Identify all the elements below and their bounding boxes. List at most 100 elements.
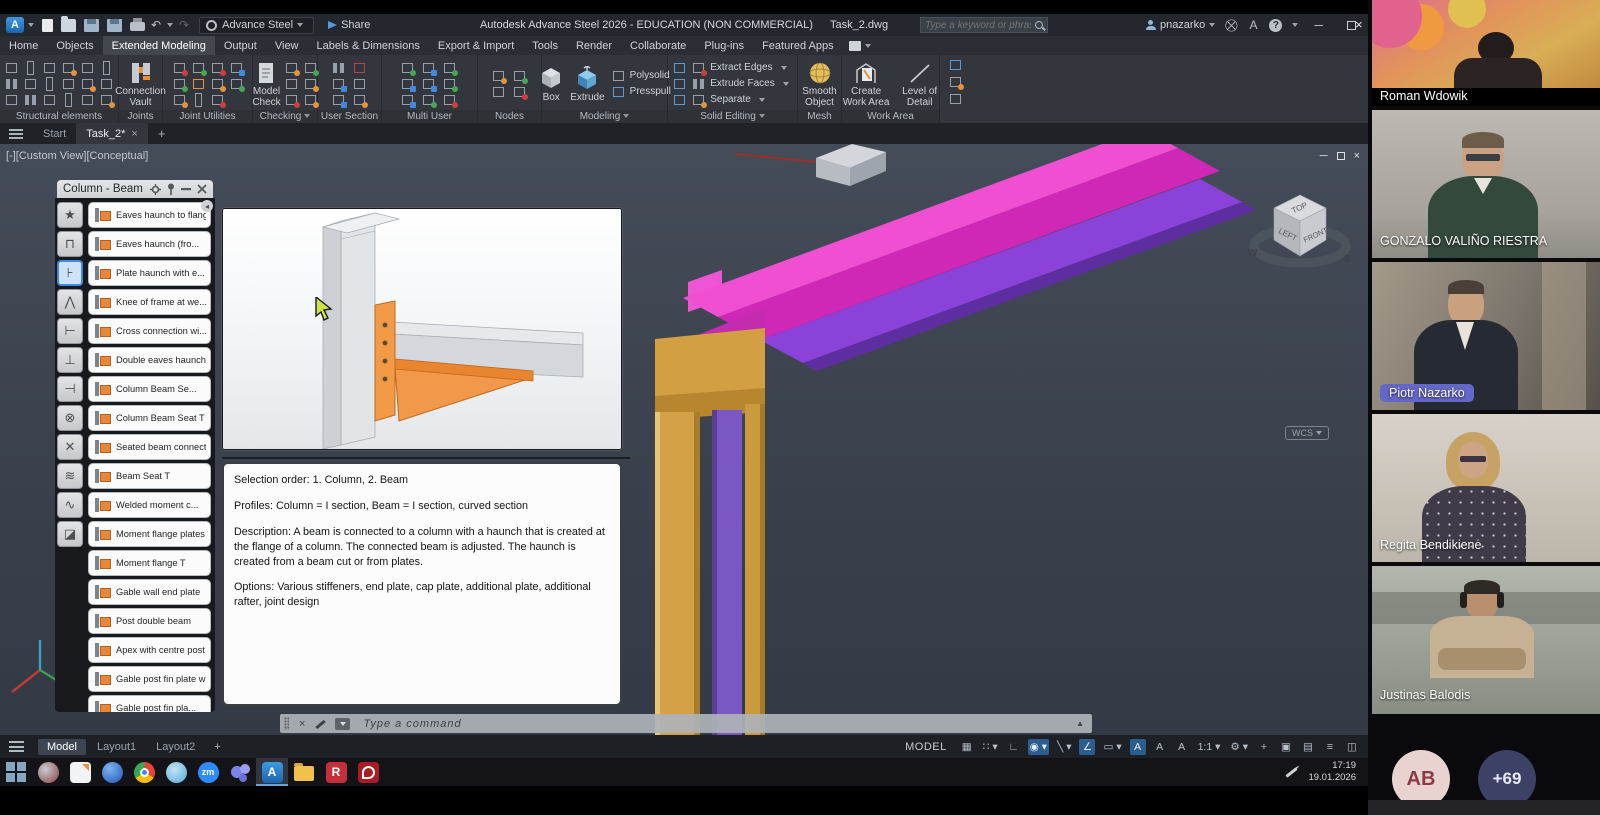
more-participants-count[interactable]: +69 — [1478, 750, 1536, 800]
ribbon-tool-icon[interactable] — [42, 61, 57, 75]
status-toggle-icon[interactable]: ◫ — [1344, 739, 1360, 755]
ribbon-tool-icon[interactable] — [421, 77, 436, 91]
taskbar-app-teams[interactable] — [224, 758, 256, 786]
status-toggle-icon[interactable]: ╲ ▾ — [1055, 739, 1074, 755]
taskbar-app-acrobat[interactable] — [352, 758, 384, 786]
search-icon[interactable] — [1035, 21, 1043, 29]
viewport-close-icon[interactable]: × — [1354, 150, 1360, 162]
status-toggle-icon[interactable]: ≡ — [1322, 739, 1338, 755]
status-toggle-icon[interactable]: A — [1174, 739, 1190, 755]
command-expand-icon[interactable]: ▲ — [1076, 719, 1084, 728]
palette-category-icon[interactable]: ⊢ — [57, 318, 83, 344]
ribbon-tool-icon[interactable] — [421, 61, 436, 75]
ribbon-tab[interactable]: Extended Modeling — [103, 36, 215, 55]
viewport-controls-label[interactable]: [-][Custom View][Conceptual] — [6, 150, 148, 162]
ribbon-tool-icon[interactable] — [352, 77, 367, 91]
ribbon-tool-icon[interactable] — [80, 77, 95, 91]
ribbon-tool-icon[interactable] — [172, 61, 187, 75]
ribbon-tool-icon[interactable] — [284, 61, 299, 75]
ribbon-tool-icon[interactable] — [442, 77, 457, 91]
smooth-object-button[interactable]: Smooth Object — [798, 60, 841, 108]
joint-type-item[interactable]: Knee of frame at we... — [88, 289, 211, 315]
joint-type-item[interactable]: Column Beam Seat T — [88, 405, 211, 431]
status-toggle-icon[interactable]: A — [1130, 739, 1146, 755]
ribbon-tool-icon[interactable] — [948, 75, 963, 89]
command-line-grip[interactable] — [284, 717, 289, 730]
clock[interactable]: 17:19 19.01.2026 — [1308, 760, 1356, 784]
ribbon-tool-icon[interactable] — [442, 93, 457, 107]
ribbon-tool-icon[interactable] — [210, 77, 225, 91]
ribbon-tool-icon[interactable] — [303, 61, 318, 75]
ribbon-tool-icon[interactable] — [284, 77, 299, 91]
ribbon-tool-icon[interactable] — [352, 93, 367, 107]
ribbon-tool-icon[interactable] — [400, 61, 415, 75]
palette-settings-icon[interactable] — [150, 184, 161, 195]
ribbon-tool-icon[interactable] — [210, 61, 225, 75]
status-toggle-icon[interactable]: + — [1256, 739, 1272, 755]
command-customize-icon[interactable] — [315, 718, 327, 730]
viewport-minimize-icon[interactable]: ─ — [1320, 150, 1328, 162]
command-input[interactable]: Type a command — [363, 718, 461, 730]
ribbon-tool-icon[interactable] — [61, 77, 76, 91]
palette-category-icon[interactable]: ⊗ — [57, 405, 83, 431]
status-toggle-icon[interactable]: 1:1 ▾ — [1196, 739, 1223, 755]
ribbon-tool-icon[interactable] — [4, 93, 19, 107]
joint-type-item[interactable]: Double eaves haunch... — [88, 347, 211, 373]
taskbar-app-rstudio[interactable]: R — [320, 758, 352, 786]
minimize-window-button[interactable]: ─ — [1314, 18, 1323, 32]
ribbon-tool-icon[interactable] — [229, 77, 244, 91]
joint-type-item[interactable]: Column Beam Se... — [88, 376, 211, 402]
ribbon-tool-icon[interactable] — [331, 93, 346, 107]
joint-type-item[interactable]: Post double beam — [88, 608, 211, 634]
autodesk-logo-icon[interactable]: A — [1249, 18, 1257, 32]
ribbon-tab[interactable]: Objects — [47, 36, 102, 55]
separate-button[interactable]: Separate — [672, 93, 792, 107]
status-toggle-icon[interactable]: ∷ ▾ — [981, 739, 1000, 755]
palette-category-icon[interactable]: ⊣ — [57, 376, 83, 402]
participant-tile[interactable]: Roman Wdowik — [1372, 0, 1600, 106]
share-button[interactable]: Share — [328, 19, 370, 31]
joint-type-item[interactable]: Seated beam connection — [88, 434, 211, 460]
viewport-restore-icon[interactable] — [1337, 152, 1345, 160]
ribbon-tool-icon[interactable] — [4, 61, 19, 75]
joint-type-item[interactable]: Gable wall end plate — [88, 579, 211, 605]
tab-document[interactable]: Task_2* × — [76, 123, 148, 144]
palette-category-icon[interactable]: ≋ — [57, 463, 83, 489]
taskbar-app-zoom[interactable]: zm — [192, 758, 224, 786]
palette-category-icon[interactable]: ★ — [57, 202, 83, 228]
participant-tile[interactable]: GONZALO VALIÑO RIESTRA — [1372, 110, 1600, 258]
layout-tab[interactable]: Layout2 — [147, 739, 204, 755]
box-button[interactable]: Box — [538, 64, 564, 103]
ribbon-tab[interactable]: View — [266, 36, 308, 55]
palette-header[interactable]: Column - Beam — [57, 180, 213, 198]
palette-category-icon[interactable]: ⊓ — [57, 231, 83, 257]
status-toggle-icon[interactable]: ∠ — [1079, 739, 1095, 755]
app-store-cart-icon[interactable]: ⛒ — [1225, 18, 1237, 33]
ribbon-tool-icon[interactable] — [80, 93, 95, 107]
status-toggle-icon[interactable]: ▣ — [1278, 739, 1294, 755]
ribbon-tab[interactable]: Plug-ins — [695, 36, 753, 55]
ribbon-tool-icon[interactable] — [491, 85, 506, 99]
redo-icon[interactable]: ↷ — [179, 18, 189, 32]
ribbon-tool-icon[interactable] — [331, 61, 346, 75]
ribbon-tab[interactable]: Tools — [523, 36, 567, 55]
ribbon-tab[interactable]: Render — [567, 36, 621, 55]
palette-collapse-icon[interactable]: ◂ — [201, 200, 213, 212]
participant-tile[interactable]: Piotr Nazarko — [1372, 262, 1600, 410]
joint-type-item[interactable]: Plate haunch with e... — [88, 260, 211, 286]
help-caret-icon[interactable] — [1292, 23, 1298, 27]
status-menu-icon[interactable] — [9, 741, 24, 752]
status-toggle-icon[interactable]: ◉ ▾ — [1028, 739, 1049, 755]
undo-caret-icon[interactable] — [167, 23, 173, 27]
layout-tab[interactable]: Model — [38, 739, 86, 755]
taskbar-app-skype[interactable] — [160, 758, 192, 786]
ribbon-tab[interactable]: Home — [0, 36, 47, 55]
ribbon-tool-icon[interactable] — [191, 77, 206, 91]
ribbon-tool-icon[interactable] — [61, 93, 76, 107]
tab-start[interactable]: Start — [33, 123, 76, 144]
ribbon-tool-icon[interactable] — [191, 93, 206, 107]
ribbon-tool-icon[interactable] — [42, 77, 57, 91]
ribbon-tool-icon[interactable] — [331, 77, 346, 91]
extrude-faces-button[interactable]: Extrude Faces — [672, 77, 792, 91]
search-input[interactable] — [921, 20, 1035, 31]
